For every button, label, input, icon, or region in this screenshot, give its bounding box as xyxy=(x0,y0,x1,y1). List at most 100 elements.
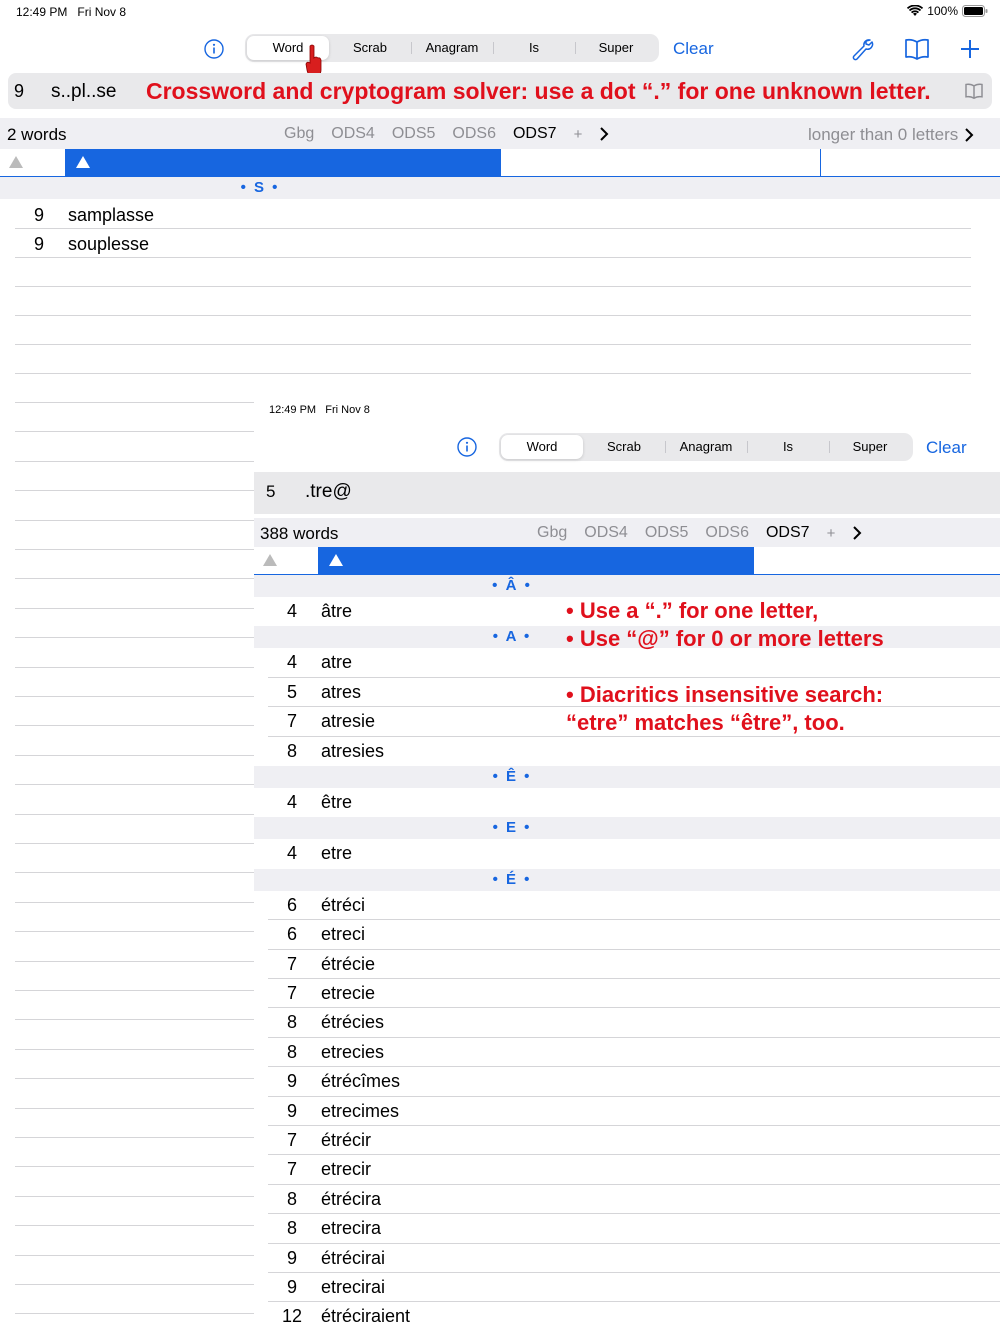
word-text: atres xyxy=(321,681,362,702)
segment-scrab[interactable]: Scrab xyxy=(329,36,411,60)
clear-button[interactable]: Clear xyxy=(926,438,967,458)
status-date-text: Fri Nov 8 xyxy=(325,404,370,416)
dict-gbg[interactable]: Gbg xyxy=(537,524,567,542)
list-item[interactable]: 7 étrécie xyxy=(263,950,375,979)
list-item[interactable]: 7 etrecie xyxy=(263,979,375,1008)
list-item[interactable]: 12 étréciraient xyxy=(263,1302,410,1331)
word-length: 6 xyxy=(286,894,297,915)
banner-annotation: Crossword and cryptogram solver: use a d… xyxy=(146,78,931,104)
list-item[interactable]: 8 étrécira xyxy=(263,1185,381,1214)
dict-ods5[interactable]: ODS5 xyxy=(645,524,689,542)
info-button[interactable] xyxy=(202,37,226,61)
annotation-diacritics: • Diacritics insensitive search: xyxy=(566,682,884,707)
dict-ods4[interactable]: ODS4 xyxy=(331,125,375,143)
divider xyxy=(15,1049,254,1050)
sort-word-column[interactable] xyxy=(318,547,754,575)
segment-is[interactable]: Is xyxy=(493,36,575,60)
word-length: 8 xyxy=(286,1188,297,1209)
length-filter[interactable]: longer than 0 letters xyxy=(808,125,974,145)
dict-ods6[interactable]: ODS6 xyxy=(452,125,496,143)
dict-ods7[interactable]: ODS7 xyxy=(513,125,557,143)
divider xyxy=(15,843,254,844)
segment-super[interactable]: Super xyxy=(575,36,657,60)
list-item[interactable]: 9 souplesse xyxy=(10,230,149,259)
dict-ods6[interactable]: ODS6 xyxy=(705,524,749,542)
word-length: 8 xyxy=(286,740,297,761)
divider xyxy=(15,1255,254,1256)
list-item[interactable]: 4 âtre xyxy=(263,597,352,626)
list-item[interactable]: 6 etreci xyxy=(263,920,365,949)
list-item[interactable]: 8 atresies xyxy=(263,737,384,766)
column-header xyxy=(254,547,1000,575)
segment-anagram[interactable]: Anagram xyxy=(665,435,747,459)
length-filter-label: longer than 0 letters xyxy=(808,125,959,144)
dict-more[interactable]: + xyxy=(574,126,583,143)
segment-is[interactable]: Is xyxy=(747,435,829,459)
list-item[interactable]: 8 etrecies xyxy=(263,1038,384,1067)
search-query[interactable]: s..pl..se xyxy=(51,81,116,103)
list-item[interactable]: 8 étrécies xyxy=(263,1008,384,1037)
search-length: 9 xyxy=(14,81,25,101)
dict-ods5[interactable]: ODS5 xyxy=(392,125,436,143)
sort-word-column[interactable] xyxy=(65,149,501,177)
word-text: âtre xyxy=(321,601,353,621)
divider xyxy=(15,461,254,462)
clear-button[interactable]: Clear xyxy=(673,39,714,59)
book-small-icon[interactable] xyxy=(964,83,984,99)
divider xyxy=(15,755,254,756)
word-length: 4 xyxy=(286,601,297,621)
word-length: 9 xyxy=(286,1277,297,1297)
list-item[interactable]: 4 être xyxy=(263,788,352,817)
segment-anagram[interactable]: Anagram xyxy=(411,36,493,60)
word-text: étrécirai xyxy=(321,1247,386,1268)
segment-word[interactable]: Word xyxy=(501,435,583,459)
divider xyxy=(15,228,971,229)
list-item[interactable]: 7 étrécir xyxy=(263,1126,371,1155)
dictionary-button[interactable] xyxy=(902,35,932,63)
chevron-right-icon[interactable] xyxy=(852,525,862,541)
list-item[interactable]: 9 etrecirai xyxy=(263,1273,385,1302)
divider xyxy=(15,1078,254,1079)
list-item[interactable]: 8 etrecira xyxy=(263,1214,381,1243)
list-item[interactable]: 4 etre xyxy=(263,839,352,868)
divider xyxy=(268,1125,1000,1126)
list-item[interactable]: 9 étrécirai xyxy=(263,1244,385,1273)
segment-scrab[interactable]: Scrab xyxy=(583,435,665,459)
battery-icon xyxy=(962,5,988,17)
list-item[interactable]: 5 atres xyxy=(263,678,361,707)
book-icon xyxy=(905,38,929,60)
search-field[interactable]: 5 .tre@ xyxy=(260,474,1000,510)
list-item[interactable]: 7 etrecir xyxy=(263,1155,371,1184)
segment-super[interactable]: Super xyxy=(829,435,911,459)
list-item[interactable]: 7 atresie xyxy=(263,707,375,736)
word-text: étréciraient xyxy=(321,1306,411,1327)
list-item[interactable]: 9 étrécîmes xyxy=(263,1067,400,1096)
list-item[interactable]: 6 étréci xyxy=(263,891,365,920)
dict-gbg[interactable]: Gbg xyxy=(284,125,314,143)
divider xyxy=(15,1108,254,1109)
status-time-text: 12:49 PM xyxy=(269,404,317,416)
sort-length-icon[interactable] xyxy=(262,553,278,567)
word-text: étrécir xyxy=(321,1130,372,1150)
word-length: 7 xyxy=(286,1159,297,1180)
info-button[interactable] xyxy=(455,435,479,459)
dict-more[interactable]: + xyxy=(827,525,836,542)
divider xyxy=(15,902,254,903)
divider xyxy=(15,961,254,962)
chevron-right-icon[interactable] xyxy=(599,126,609,142)
divider xyxy=(15,520,254,521)
sort-length-icon[interactable] xyxy=(8,155,24,169)
add-button[interactable] xyxy=(956,35,984,63)
divider xyxy=(15,431,254,432)
section-header: • Â • xyxy=(254,575,1000,597)
search-query[interactable]: .tre@ xyxy=(305,481,352,503)
dict-ods7[interactable]: ODS7 xyxy=(766,524,810,542)
settings-button[interactable] xyxy=(848,35,876,63)
divider xyxy=(15,1166,254,1167)
divider xyxy=(15,608,254,609)
dict-ods4[interactable]: ODS4 xyxy=(584,524,628,542)
list-item[interactable]: 9 etrecimes xyxy=(263,1097,399,1126)
list-item[interactable]: 9 samplasse xyxy=(10,201,154,230)
annotation-dot: • Use a “.” for one letter, xyxy=(566,598,819,623)
list-item[interactable]: 4 atre xyxy=(263,648,352,677)
